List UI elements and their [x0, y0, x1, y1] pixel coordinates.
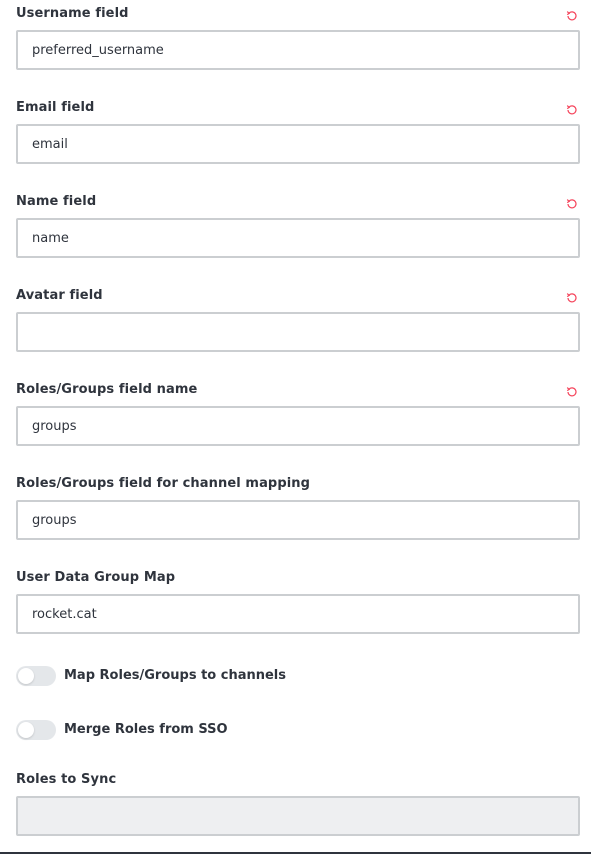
- email-field-input[interactable]: [16, 124, 580, 164]
- roles-groups-channel-mapping-group: Roles/Groups field for channel mapping: [16, 470, 580, 540]
- roles-groups-field-name-group: Roles/Groups field name: [16, 376, 580, 446]
- user-data-group-map-group: User Data Group Map: [16, 564, 580, 634]
- name-field-label: Name field: [16, 194, 97, 209]
- merge-roles-toggle-label: Merge Roles from SSO: [64, 722, 228, 737]
- reset-icon[interactable]: [566, 104, 578, 116]
- reset-icon[interactable]: [566, 198, 578, 210]
- merge-roles-toggle[interactable]: [16, 720, 56, 740]
- avatar-field-input[interactable]: [16, 312, 580, 352]
- merge-roles-toggle-row: Merge Roles from SSO: [16, 720, 580, 742]
- reset-icon[interactable]: [566, 10, 578, 22]
- name-field-input[interactable]: [16, 218, 580, 258]
- avatar-field-group: Avatar field: [16, 282, 580, 352]
- map-roles-groups-toggle-row: Map Roles/Groups to channels: [16, 666, 580, 688]
- reset-icon[interactable]: [566, 292, 578, 304]
- toggle-knob: [18, 722, 34, 738]
- map-roles-groups-toggle[interactable]: [16, 666, 56, 686]
- roles-to-sync-label: Roles to Sync: [16, 772, 117, 787]
- roles-groups-channel-mapping-label: Roles/Groups field for channel mapping: [16, 476, 311, 491]
- map-roles-groups-toggle-label: Map Roles/Groups to channels: [64, 668, 287, 683]
- username-field-label: Username field: [16, 6, 129, 21]
- toggle-knob: [18, 668, 34, 684]
- roles-groups-field-name-label: Roles/Groups field name: [16, 382, 198, 397]
- user-data-group-map-input[interactable]: [16, 594, 580, 634]
- avatar-field-label: Avatar field: [16, 288, 103, 303]
- name-field-group: Name field: [16, 188, 580, 258]
- roles-groups-channel-mapping-input[interactable]: [16, 500, 580, 540]
- roles-groups-field-name-input[interactable]: [16, 406, 580, 446]
- username-field-input[interactable]: [16, 30, 580, 70]
- user-data-group-map-label: User Data Group Map: [16, 570, 176, 585]
- email-field-label: Email field: [16, 100, 95, 115]
- email-field-group: Email field: [16, 94, 580, 164]
- username-field-group: Username field: [16, 0, 580, 70]
- reset-icon[interactable]: [566, 386, 578, 398]
- roles-to-sync-input: [16, 796, 580, 836]
- roles-to-sync-group: Roles to Sync: [16, 766, 580, 836]
